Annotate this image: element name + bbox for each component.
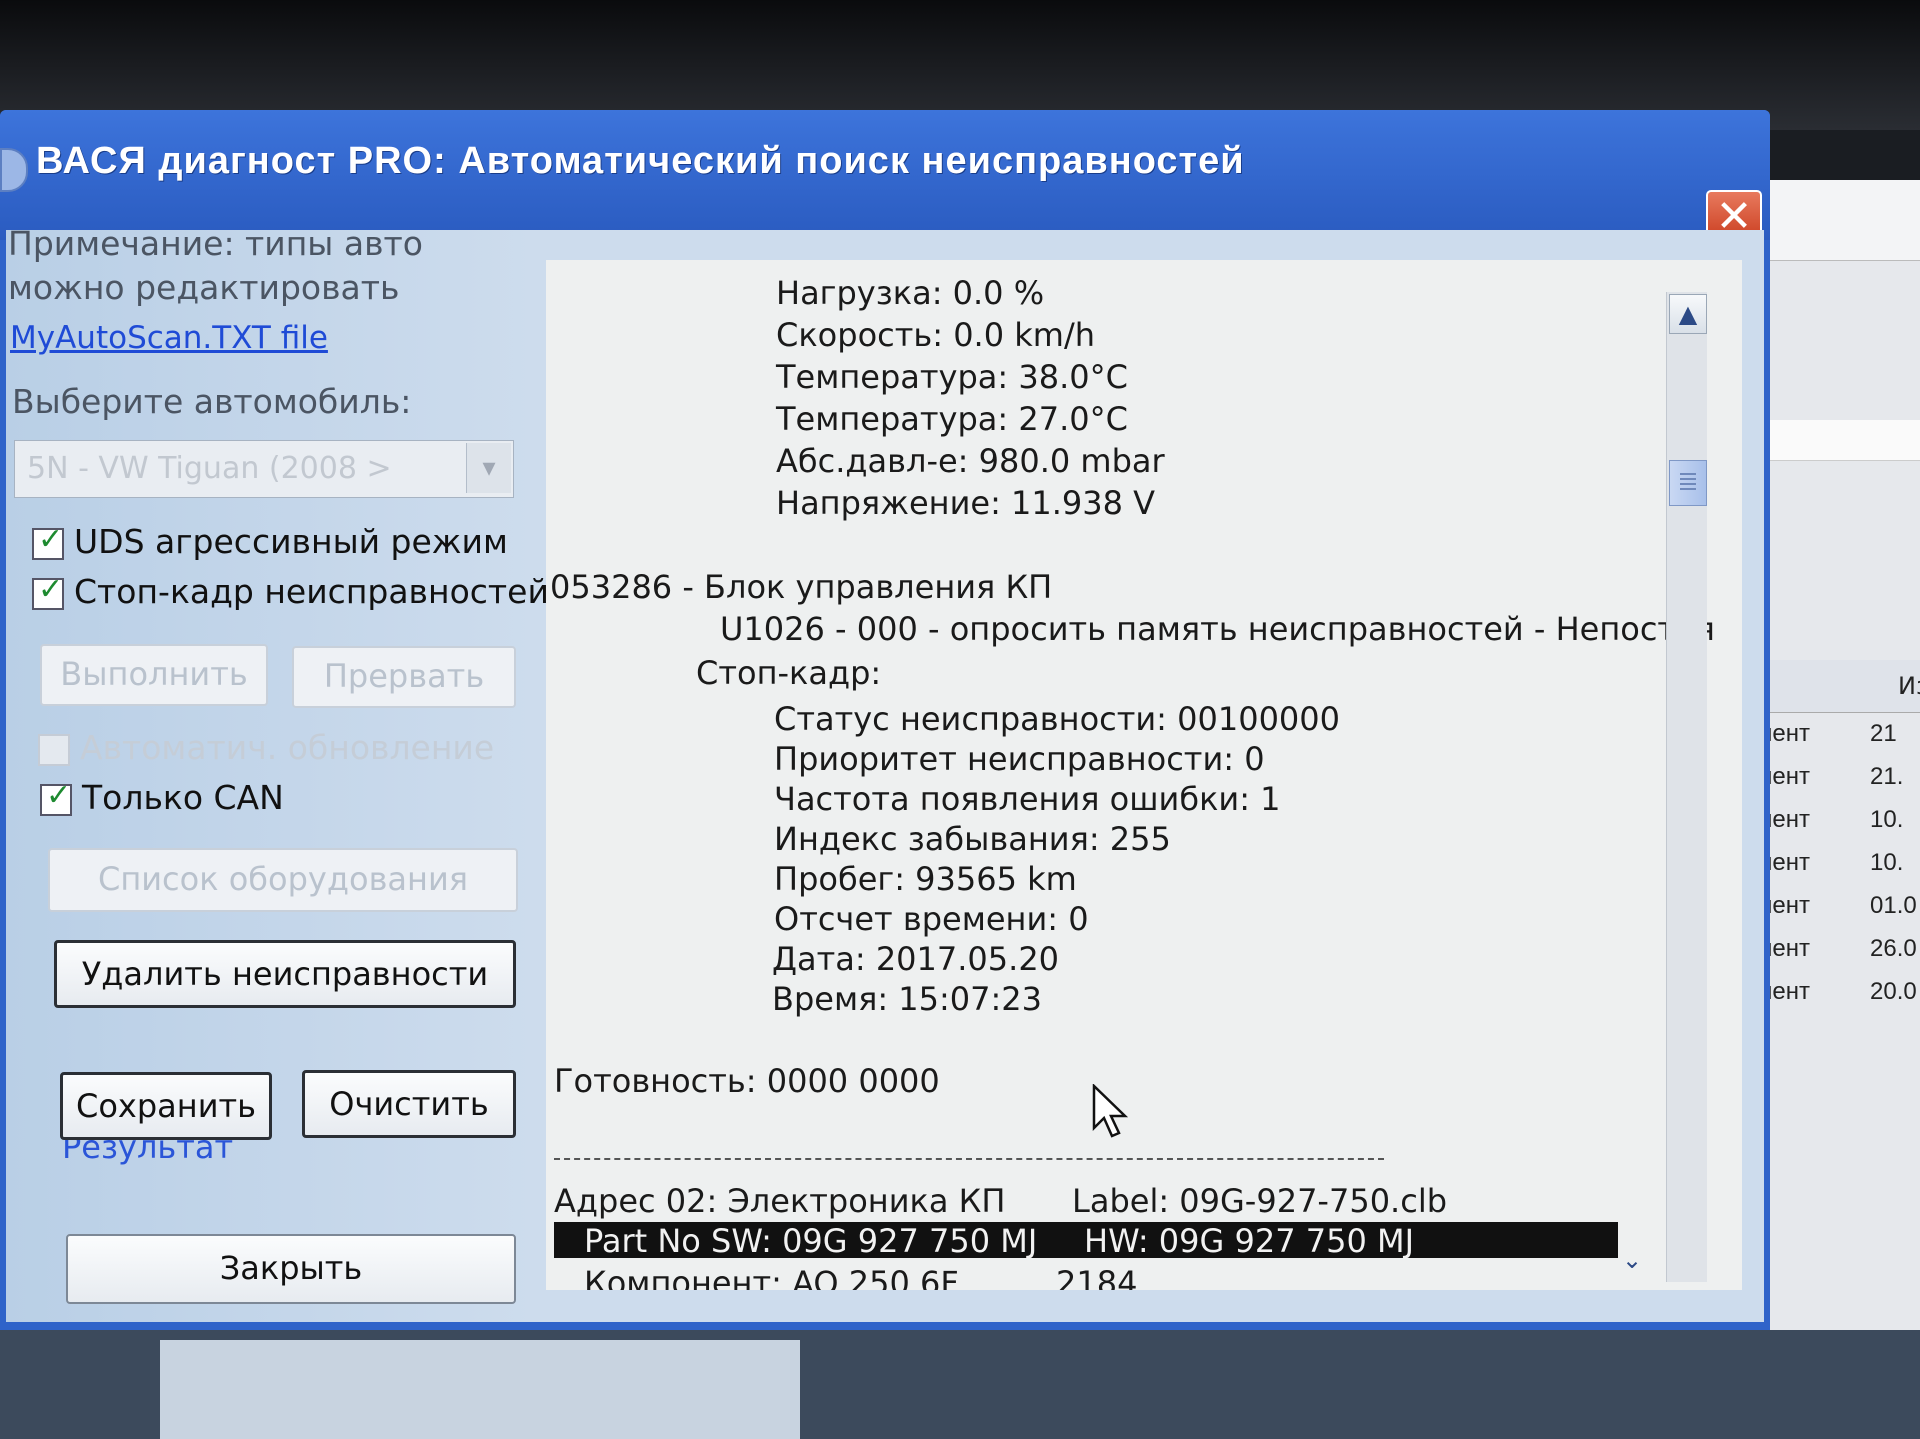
background-cell: 10. [1870, 806, 1904, 833]
run-button[interactable]: Выполнить [40, 644, 268, 706]
checkbox-icon[interactable]: ✓ [32, 522, 64, 560]
checkbox-label: Только CAN [82, 778, 284, 817]
vehicle-select-value: 5N - VW Tiguan (2008 > [27, 451, 392, 486]
chevron-down-icon[interactable]: ▾ [466, 443, 511, 493]
check-icon: ✓ [38, 521, 64, 557]
log-line: Адрес 02: Электроника КП [554, 1182, 1006, 1220]
check-icon: ✓ [46, 777, 72, 813]
log-line: Индекс забывания: 255 [774, 820, 1171, 858]
check-icon: ✓ [38, 571, 64, 607]
log-line: Приоритет неисправности: 0 [774, 740, 1265, 778]
checkbox-label: Стоп-кадр неисправностей [74, 572, 549, 611]
freeze-frame-checkbox[interactable]: ✓ Стоп-кадр неисправностей [32, 572, 549, 611]
log-line: Температура: 38.0°C [776, 358, 1128, 396]
delete-faults-button[interactable]: Удалить неисправности [54, 940, 516, 1008]
log-line: Температура: 27.0°C [776, 400, 1128, 438]
background-panel [160, 1340, 800, 1439]
auto-update-checkbox[interactable]: Автоматич. обновление [38, 728, 494, 767]
abort-button[interactable]: Прервать [292, 646, 516, 708]
background-cell: 26.0 [1870, 935, 1917, 962]
app-icon [0, 148, 28, 192]
log-line: Стоп-кадр: [696, 654, 882, 692]
log-line: Нагрузка: 0.0 % [776, 274, 1045, 312]
results-log[interactable]: Нагрузка: 0.0 % Скорость: 0.0 km/h Темпе… [546, 260, 1742, 1290]
vehicle-select[interactable]: 5N - VW Tiguan (2008 > ▾ [14, 440, 514, 498]
log-line: 053286 - Блок управления КП [550, 568, 1053, 606]
log-separator [554, 1158, 1384, 1160]
background-cell: 01.0 [1870, 892, 1917, 919]
background-cell: 10. [1870, 849, 1904, 876]
log-line: U1026 - 000 - опросить память неисправно… [720, 610, 1715, 648]
background-cell: 21 [1870, 720, 1897, 747]
save-button[interactable]: Сохранить [60, 1072, 272, 1140]
checkbox-label: UDS агрессивный режим [74, 522, 508, 561]
grip-icon [1680, 473, 1696, 491]
checkbox-icon[interactable] [38, 733, 70, 766]
log-scrollbar[interactable]: ▲ [1666, 292, 1707, 1282]
log-line: Напряжение: 11.938 V [776, 484, 1156, 522]
myautoscan-link[interactable]: MyAutoScan.TXT file [10, 320, 328, 356]
log-line: Пробег: 93565 km [774, 860, 1077, 898]
vehicle-select-label: Выберите автомобиль: [12, 382, 412, 421]
log-line: HW: 09G 927 750 MJ [1084, 1222, 1415, 1260]
log-line: Компонент: AQ 250 6F [584, 1264, 959, 1290]
window-title: ВАСЯ диагност PRO: Автоматический поиск … [36, 140, 1245, 182]
uds-aggressive-checkbox[interactable]: ✓ UDS агрессивный режим [32, 522, 508, 561]
note-line: можно редактировать [8, 268, 400, 307]
log-line: Дата: 2017.05.20 [772, 940, 1060, 978]
note-line: Примечание: типы авто [8, 224, 423, 263]
mouse-cursor-icon [1092, 1084, 1129, 1138]
log-line: Отсчет времени: 0 [774, 900, 1089, 938]
checkbox-icon[interactable]: ✓ [32, 572, 64, 610]
title-bar[interactable]: ВАСЯ диагност PRO: Автоматический поиск … [0, 110, 1770, 246]
log-line: Скорость: 0.0 km/h [776, 316, 1096, 354]
can-only-checkbox[interactable]: ✓ Только CAN [40, 778, 284, 817]
note-text: Примечание: типы авто можно редактироват… [8, 222, 423, 310]
background-cell: 20.0 [1870, 978, 1917, 1005]
chevron-down-icon[interactable]: ⌄ [1614, 1242, 1650, 1278]
log-line: Абс.давл-е: 980.0 mbar [776, 442, 1165, 480]
log-line: Label: 09G-927-750.clb [1072, 1182, 1448, 1220]
checkbox-icon[interactable]: ✓ [40, 778, 72, 816]
background-header-cell: Из [1898, 672, 1920, 700]
clear-button[interactable]: Очистить [302, 1070, 516, 1138]
scrollbar-thumb[interactable] [1669, 460, 1707, 506]
close-button[interactable]: Закрыть [66, 1234, 516, 1304]
chevron-up-icon[interactable]: ▲ [1669, 294, 1707, 334]
checkbox-label: Автоматич. обновление [80, 728, 495, 767]
log-line: Статус неисправности: 00100000 [774, 700, 1340, 738]
log-line: Готовность: 0000 0000 [554, 1062, 940, 1100]
log-line: Part No SW: 09G 927 750 MJ [584, 1222, 1038, 1260]
background-cell: 21. [1870, 763, 1904, 790]
log-line: 2184 [1056, 1264, 1138, 1290]
log-line: Время: 15:07:23 [772, 980, 1043, 1018]
equipment-list-button[interactable]: Список оборудования [48, 848, 518, 912]
log-line: Частота появления ошибки: 1 [774, 780, 1281, 818]
